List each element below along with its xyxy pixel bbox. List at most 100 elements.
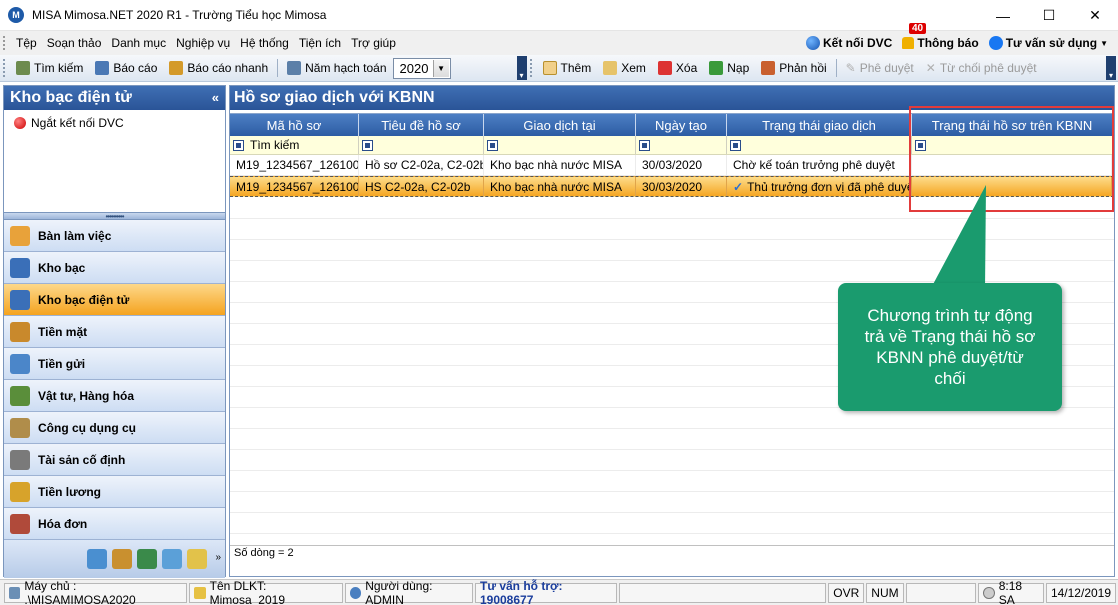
reject-label: Từ chối phê duyệt: [939, 61, 1037, 75]
nav-item[interactable]: Kho bạc điện tử: [4, 284, 225, 316]
disconnect-dvc-label: Ngắt kết nối DVC: [31, 116, 124, 130]
status-hotline: Tư vấn hỗ trợ: 19008677: [474, 579, 618, 605]
nav-item[interactable]: Kho bạc: [4, 252, 225, 284]
toolbar-overflow-button[interactable]: ▾: [516, 56, 527, 80]
close-button[interactable]: ✕: [1072, 0, 1118, 31]
notifications-button[interactable]: Thông báo: [902, 36, 979, 50]
megaphone-icon: [761, 61, 776, 75]
nav-item-label: Tiền mặt: [38, 324, 88, 339]
quick-report-button[interactable]: Báo cáo nhanh: [163, 56, 274, 80]
filter-cell-title[interactable]: [359, 136, 484, 154]
column-header-code[interactable]: Mã hồ sơ: [230, 114, 359, 136]
globe-icon: [806, 36, 821, 50]
shortcut-folder-icon[interactable]: [187, 549, 207, 569]
filter-operator-icon[interactable]: [362, 139, 373, 151]
nav-item[interactable]: Tiền mặt: [4, 316, 225, 348]
nav-item[interactable]: Vật tư, Hàng hóa: [4, 380, 225, 412]
column-header-status[interactable]: Trạng thái giao dịch: [727, 114, 912, 136]
status-spacer-2: [905, 582, 977, 603]
toolbar-overflow-button-2[interactable]: ▾: [1106, 56, 1116, 80]
table-cell-text: M19_1234567_126100: [236, 179, 359, 194]
user-icon: [349, 586, 362, 599]
window-title: MISA Mimosa.NET 2020 R1 - Trường Tiểu họ…: [32, 8, 327, 22]
menu-grip[interactable]: [3, 36, 7, 50]
nav-item-label: Kho bạc: [38, 260, 86, 275]
nav-item[interactable]: Công cụ dụng cụ: [4, 412, 225, 444]
menu-utilities[interactable]: Tiện ích: [294, 31, 346, 55]
status-spacer: [619, 582, 827, 603]
status-user: Người dùng: ADMIN: [344, 579, 473, 605]
search-icon: [16, 61, 30, 75]
filter-cell-place[interactable]: [484, 136, 636, 154]
nav-shortcuts: »: [4, 540, 225, 578]
fiscal-year-select[interactable]: 2020 ▼: [392, 57, 451, 79]
menu-file[interactable]: Tệp: [11, 31, 42, 55]
filter-operator-icon[interactable]: [487, 139, 498, 151]
view-label: Xem: [621, 61, 646, 75]
status-database: Tên DLKT: Mimosa_2019: [189, 579, 343, 605]
chevron-right-icon[interactable]: »: [215, 552, 221, 563]
nav-item[interactable]: Bàn làm việc: [4, 220, 225, 252]
filter-operator-icon[interactable]: [730, 139, 741, 151]
panel-splitter[interactable]: ••••••••••: [4, 212, 225, 221]
collapse-panel-icon[interactable]: «: [212, 86, 219, 110]
column-header-place[interactable]: Giao dịch tại: [484, 114, 636, 136]
menu-catalog[interactable]: Danh mục: [106, 31, 171, 55]
disconnect-icon: [14, 117, 26, 129]
table-cell-title: Hồ sơ C2-02a, C2-02b: [359, 155, 484, 175]
nav-item[interactable]: Tiền gửi: [4, 348, 225, 380]
nav-item[interactable]: Hóa đơn: [4, 508, 225, 540]
filter-cell-date[interactable]: [636, 136, 727, 154]
shortcut-checklist-icon[interactable]: [162, 549, 182, 569]
shortcut-books-icon[interactable]: [137, 549, 157, 569]
menu-system[interactable]: Hệ thống: [235, 31, 294, 55]
column-header-date[interactable]: Ngày tạo: [636, 114, 727, 136]
shortcut-tools-icon[interactable]: [112, 549, 132, 569]
maximize-button[interactable]: ☐: [1026, 0, 1072, 31]
filter-cell-status[interactable]: [727, 136, 912, 154]
add-icon: [542, 61, 557, 75]
chevron-down-icon[interactable]: ▼: [432, 59, 449, 77]
support-menu[interactable]: Tư vấn sử dụng ▼: [988, 36, 1108, 50]
nav-item[interactable]: Tiền lương: [4, 476, 225, 508]
left-panel-header: Kho bạc điện tử «: [4, 86, 225, 110]
nav-item-icon: [10, 225, 30, 246]
toolbar-grip[interactable]: [3, 59, 7, 77]
column-header-title[interactable]: Tiêu đề hồ sơ: [359, 114, 484, 136]
add-button[interactable]: Thêm: [537, 56, 598, 80]
menu-edit[interactable]: Soạn thảo: [42, 31, 107, 55]
filter-cell-code[interactable]: Tìm kiếm: [230, 136, 359, 154]
delete-button[interactable]: Xóa: [652, 56, 703, 80]
menu-help[interactable]: Trợ giúp: [346, 31, 401, 55]
nav-item-label: Tiền gửi: [38, 356, 86, 371]
nav-item[interactable]: Tài sản cố định: [4, 444, 225, 476]
search-label: Tìm kiếm: [34, 61, 84, 75]
filter-operator-icon[interactable]: [639, 139, 650, 151]
nav-item-label: Công cụ dụng cụ: [38, 420, 136, 435]
minimize-button[interactable]: —: [980, 0, 1026, 31]
status-time: 8:18 SA: [978, 579, 1044, 605]
table-cell-text: Thủ trưởng đơn vị đã phê duyệt: [747, 179, 912, 194]
table-cell-date: 30/03/2020: [636, 177, 727, 196]
view-button[interactable]: Xem: [597, 56, 652, 80]
toolbar: Tìm kiếm Báo cáo Báo cáo nhanh Năm hạch …: [0, 55, 1118, 82]
filter-operator-icon[interactable]: [233, 139, 244, 151]
menu-operations[interactable]: Nghiệp vụ: [171, 31, 235, 55]
search-button[interactable]: Tìm kiếm: [10, 56, 89, 80]
feedback-label: Phản hồi: [779, 61, 827, 75]
approve-button[interactable]: ✎ Phê duyệt: [840, 56, 920, 80]
table-cell-date: 30/03/2020: [636, 155, 727, 175]
reload-button[interactable]: Nạp: [703, 56, 755, 80]
feedback-button[interactable]: Phản hồi: [755, 56, 832, 80]
nav-item-icon: [10, 449, 30, 470]
disconnect-dvc-link[interactable]: Ngắt kết nối DVC: [14, 116, 215, 130]
shortcut-calculator-icon[interactable]: [87, 549, 107, 569]
kbnn-status-highlight: [909, 106, 1114, 212]
connect-dvc-button[interactable]: Kết nối DVC: [806, 36, 892, 50]
pencil-icon: ✎: [845, 61, 856, 75]
report-button[interactable]: Báo cáo: [89, 56, 163, 80]
toolbar-grip-2[interactable]: [529, 59, 534, 77]
filter-placeholder: Tìm kiếm: [250, 138, 300, 152]
table-cell-text: Chờ kế toán trưởng phê duyệt: [733, 158, 895, 172]
reject-button[interactable]: ✕ Từ chối phê duyệt: [920, 56, 1043, 80]
